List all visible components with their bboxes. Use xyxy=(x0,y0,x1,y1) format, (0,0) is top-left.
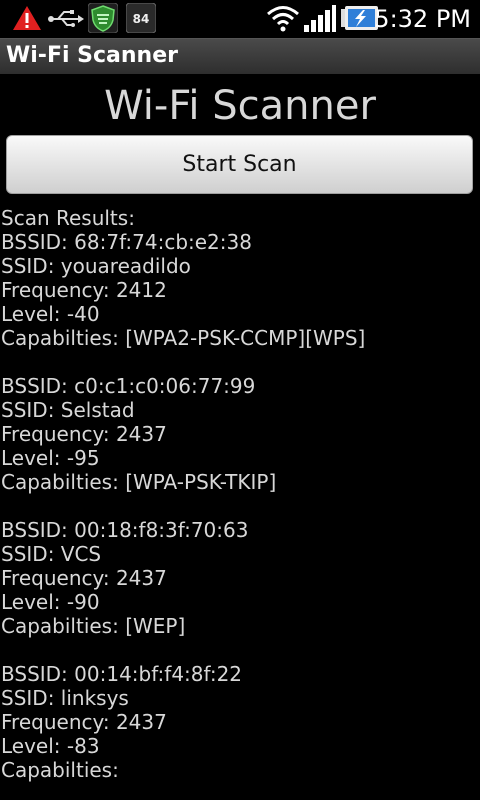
network-bssid: BSSID: 00:14:bf:f4:8f:22 xyxy=(1,662,243,686)
entry-spacer xyxy=(1,494,479,518)
network-frequency: Frequency: 2437 xyxy=(1,710,167,734)
network-frequency: Frequency: 2412 xyxy=(1,278,167,302)
signal-icon xyxy=(303,5,337,37)
usb-icon xyxy=(48,9,84,33)
results-header: Scan Results: xyxy=(1,206,135,230)
network-ssid: SSID: linksys xyxy=(1,686,129,710)
entry-spacer xyxy=(1,350,479,374)
network-level: Level: -40 xyxy=(1,302,100,326)
network-entry: BSSID: c0:c1:c0:06:77:99 SSID: Selstad F… xyxy=(1,374,479,494)
network-level: Level: -83 xyxy=(1,734,100,758)
network-capabilities: Capabilties: [WPA-PSK-TKIP] xyxy=(1,470,277,494)
status-time: 5:32 PM xyxy=(374,5,471,33)
network-entry: BSSID: 00:14:bf:f4:8f:22 SSID: linksys F… xyxy=(1,662,479,782)
network-ssid: SSID: Selstad xyxy=(1,398,135,422)
network-bssid: BSSID: 00:18:f8:3f:70:63 xyxy=(1,518,249,542)
network-entry: BSSID: 00:18:f8:3f:70:63 SSID: VCS Frequ… xyxy=(1,518,479,638)
network-capabilities: Capabilties: [WEP] xyxy=(1,614,186,638)
start-scan-button[interactable]: Start Scan xyxy=(6,135,473,194)
network-frequency: Frequency: 2437 xyxy=(1,566,167,590)
network-capabilities: Capabilties: xyxy=(1,758,119,782)
network-bssid: BSSID: 68:7f:74:cb:e2:38 xyxy=(1,230,252,254)
network-entry: BSSID: 68:7f:74:cb:e2:38 SSID: youareadi… xyxy=(1,230,479,350)
window-title: Wi-Fi Scanner xyxy=(6,43,178,68)
network-capabilities: Capabilties: [WPA2-PSK-CCMP][WPS] xyxy=(1,326,366,350)
scan-results: Scan Results: BSSID: 68:7f:74:cb:e2:38 S… xyxy=(1,206,479,782)
network-frequency: Frequency: 2437 xyxy=(1,422,167,446)
network-level: Level: -90 xyxy=(1,590,100,614)
page-title: Wi-Fi Scanner xyxy=(104,83,376,129)
shield-icon xyxy=(87,2,119,37)
wifi-icon xyxy=(265,3,301,37)
battery-icon xyxy=(341,6,379,34)
network-ssid: SSID: VCS xyxy=(1,542,102,566)
entry-spacer xyxy=(1,638,479,662)
network-ssid: SSID: youareadildo xyxy=(1,254,191,278)
network-level: Level: -95 xyxy=(1,446,100,470)
svg-text:84: 84 xyxy=(133,12,150,26)
warning-icon xyxy=(12,5,42,35)
network-bssid: BSSID: c0:c1:c0:06:77:99 xyxy=(1,374,256,398)
battery-percent-icon: 84 xyxy=(125,2,157,37)
title-bar: Wi-Fi Scanner xyxy=(0,38,480,74)
status-bar: 84 5:32 PM xyxy=(0,0,480,39)
